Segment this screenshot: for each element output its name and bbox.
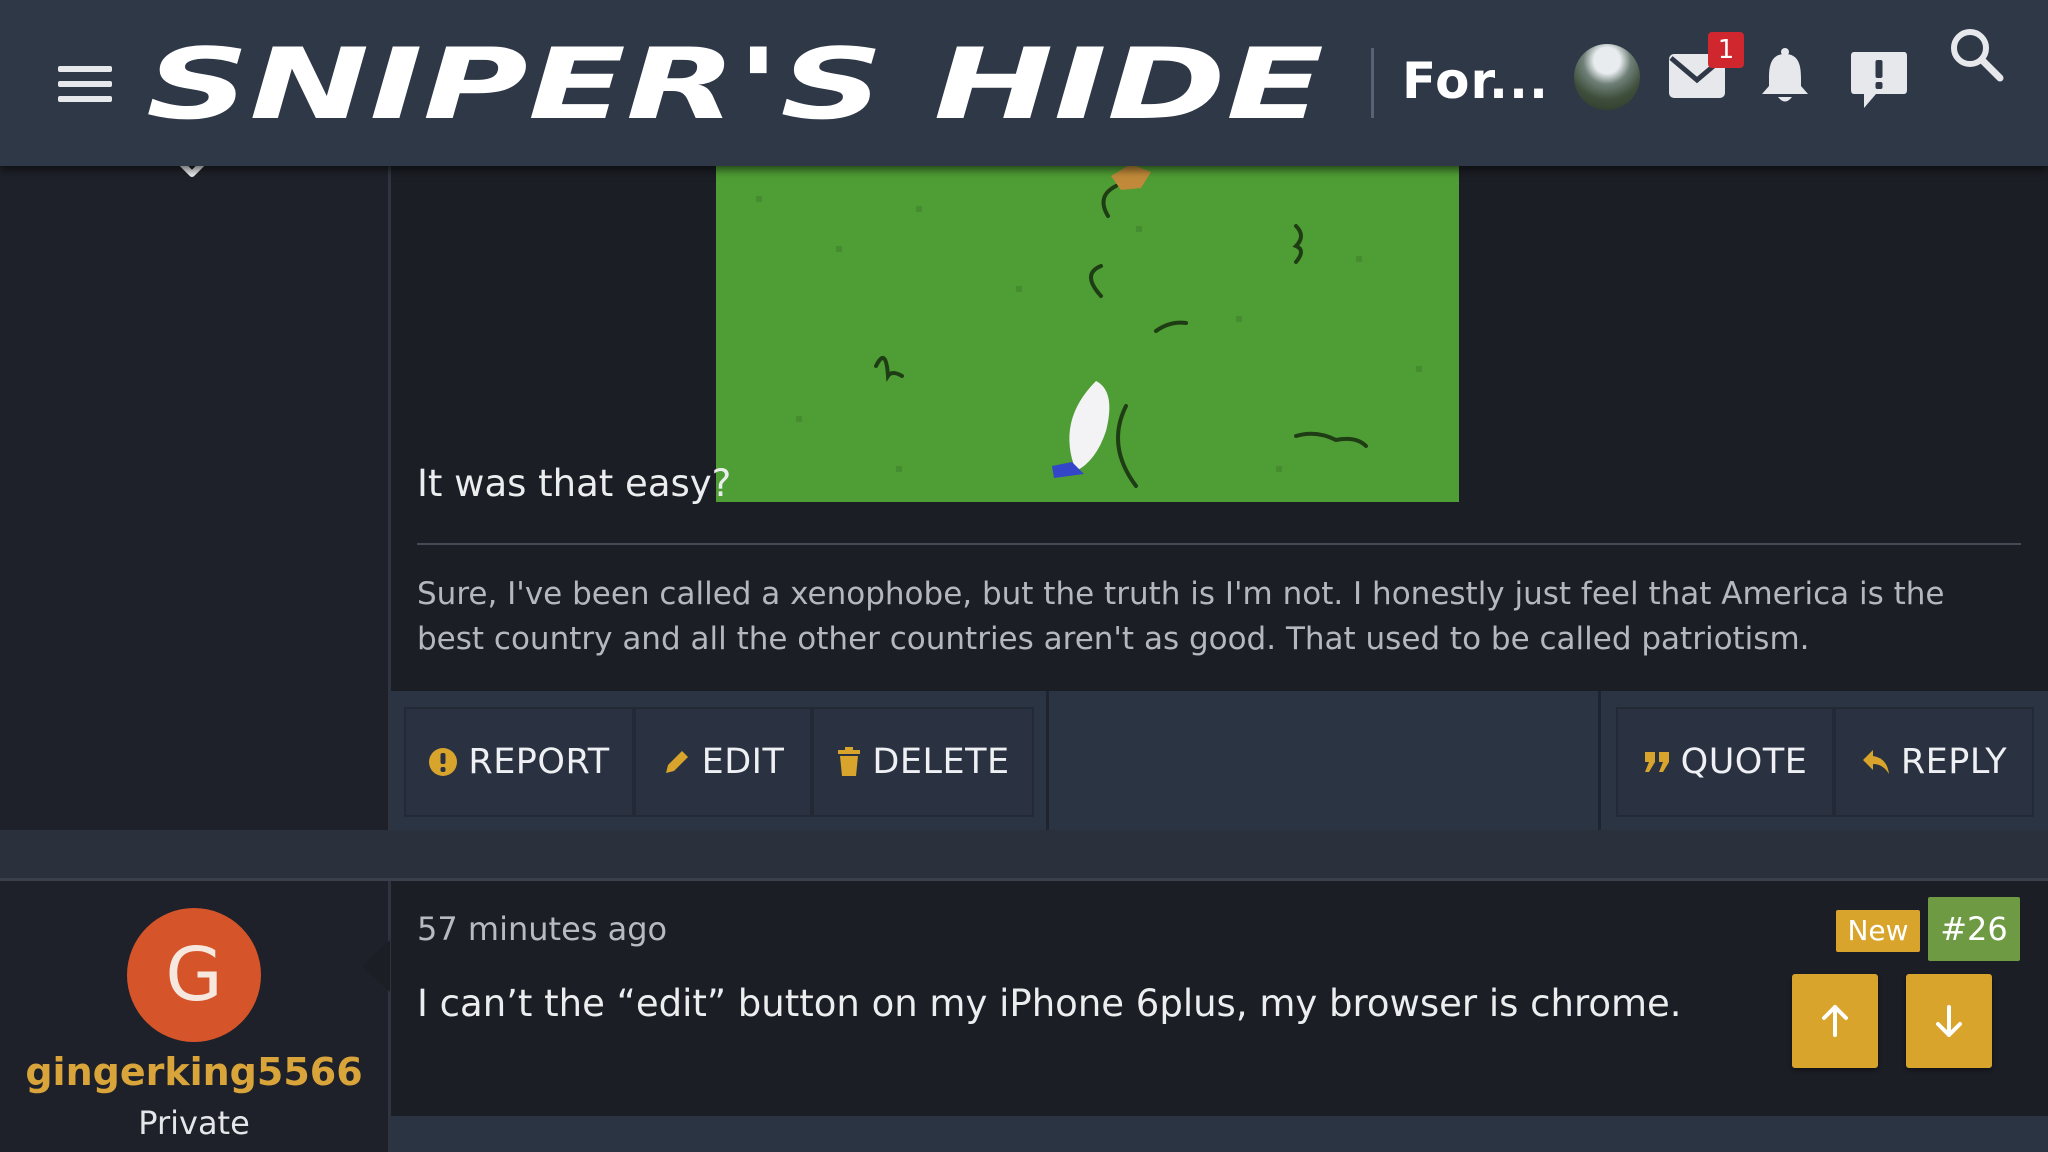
post-body-text: I can’t the “edit” button on my iPhone 6… bbox=[417, 982, 1682, 1025]
post-timestamp[interactable]: 57 minutes ago bbox=[417, 910, 667, 948]
arrow-up-icon bbox=[1822, 1005, 1848, 1037]
section-title[interactable]: For... bbox=[1402, 52, 1549, 110]
report-icon bbox=[429, 748, 458, 776]
quote-icon bbox=[1644, 752, 1669, 772]
avatar[interactable]: G bbox=[127, 908, 261, 1042]
post-body-text: It was that easy? bbox=[417, 462, 732, 505]
username[interactable]: gingerking5566 bbox=[0, 1050, 388, 1094]
next-post-action-bar bbox=[391, 1116, 2048, 1152]
edit-button[interactable]: EDIT bbox=[634, 707, 812, 817]
scroll-up-button[interactable] bbox=[1792, 974, 1878, 1068]
site-logo[interactable]: SNIPER'S HIDE bbox=[146, 34, 1328, 134]
user-title: Private bbox=[138, 1104, 250, 1142]
post-number[interactable]: #26 bbox=[1928, 897, 2020, 961]
post-separator bbox=[0, 830, 2048, 880]
new-badge: New bbox=[1836, 910, 1920, 952]
alert-icon[interactable] bbox=[1850, 50, 1908, 110]
search-icon[interactable] bbox=[1948, 26, 2004, 82]
edit-label: EDIT bbox=[701, 742, 785, 782]
scroll-down-button[interactable] bbox=[1906, 974, 1992, 1068]
delete-button[interactable]: DELETE bbox=[812, 707, 1034, 817]
site-header: SNIPER'S HIDE For... 1 bbox=[0, 0, 2048, 166]
bell-icon[interactable] bbox=[1758, 46, 1812, 106]
arrow-down-icon bbox=[1936, 1005, 1962, 1037]
reply-icon bbox=[1862, 750, 1889, 774]
post-user-column bbox=[0, 166, 388, 830]
user-signature: Sure, I've been called a xenophobe, but … bbox=[417, 576, 1945, 657]
unread-messages-badge: 1 bbox=[1708, 32, 1744, 68]
action-separator bbox=[1598, 691, 1601, 830]
action-separator bbox=[1046, 691, 1049, 830]
quote-button[interactable]: QUOTE bbox=[1616, 707, 1834, 817]
reply-button[interactable]: REPLY bbox=[1834, 707, 2034, 817]
account-avatar[interactable] bbox=[1574, 44, 1640, 110]
header-divider bbox=[1371, 48, 1374, 118]
report-label: REPORT bbox=[468, 742, 610, 782]
report-button[interactable]: REPORT bbox=[404, 707, 634, 817]
quote-label: QUOTE bbox=[1680, 742, 1808, 782]
post-image[interactable] bbox=[716, 166, 1459, 502]
reply-label: REPLY bbox=[1900, 742, 2008, 782]
message-pointer bbox=[362, 940, 390, 992]
hamburger-icon[interactable] bbox=[58, 62, 112, 106]
pencil-icon bbox=[665, 751, 688, 773]
delete-label: DELETE bbox=[872, 742, 1010, 782]
trash-icon bbox=[838, 747, 861, 776]
signature-divider bbox=[417, 543, 2021, 545]
site-logo-text: SNIPER'S HIDE bbox=[146, 34, 1324, 134]
